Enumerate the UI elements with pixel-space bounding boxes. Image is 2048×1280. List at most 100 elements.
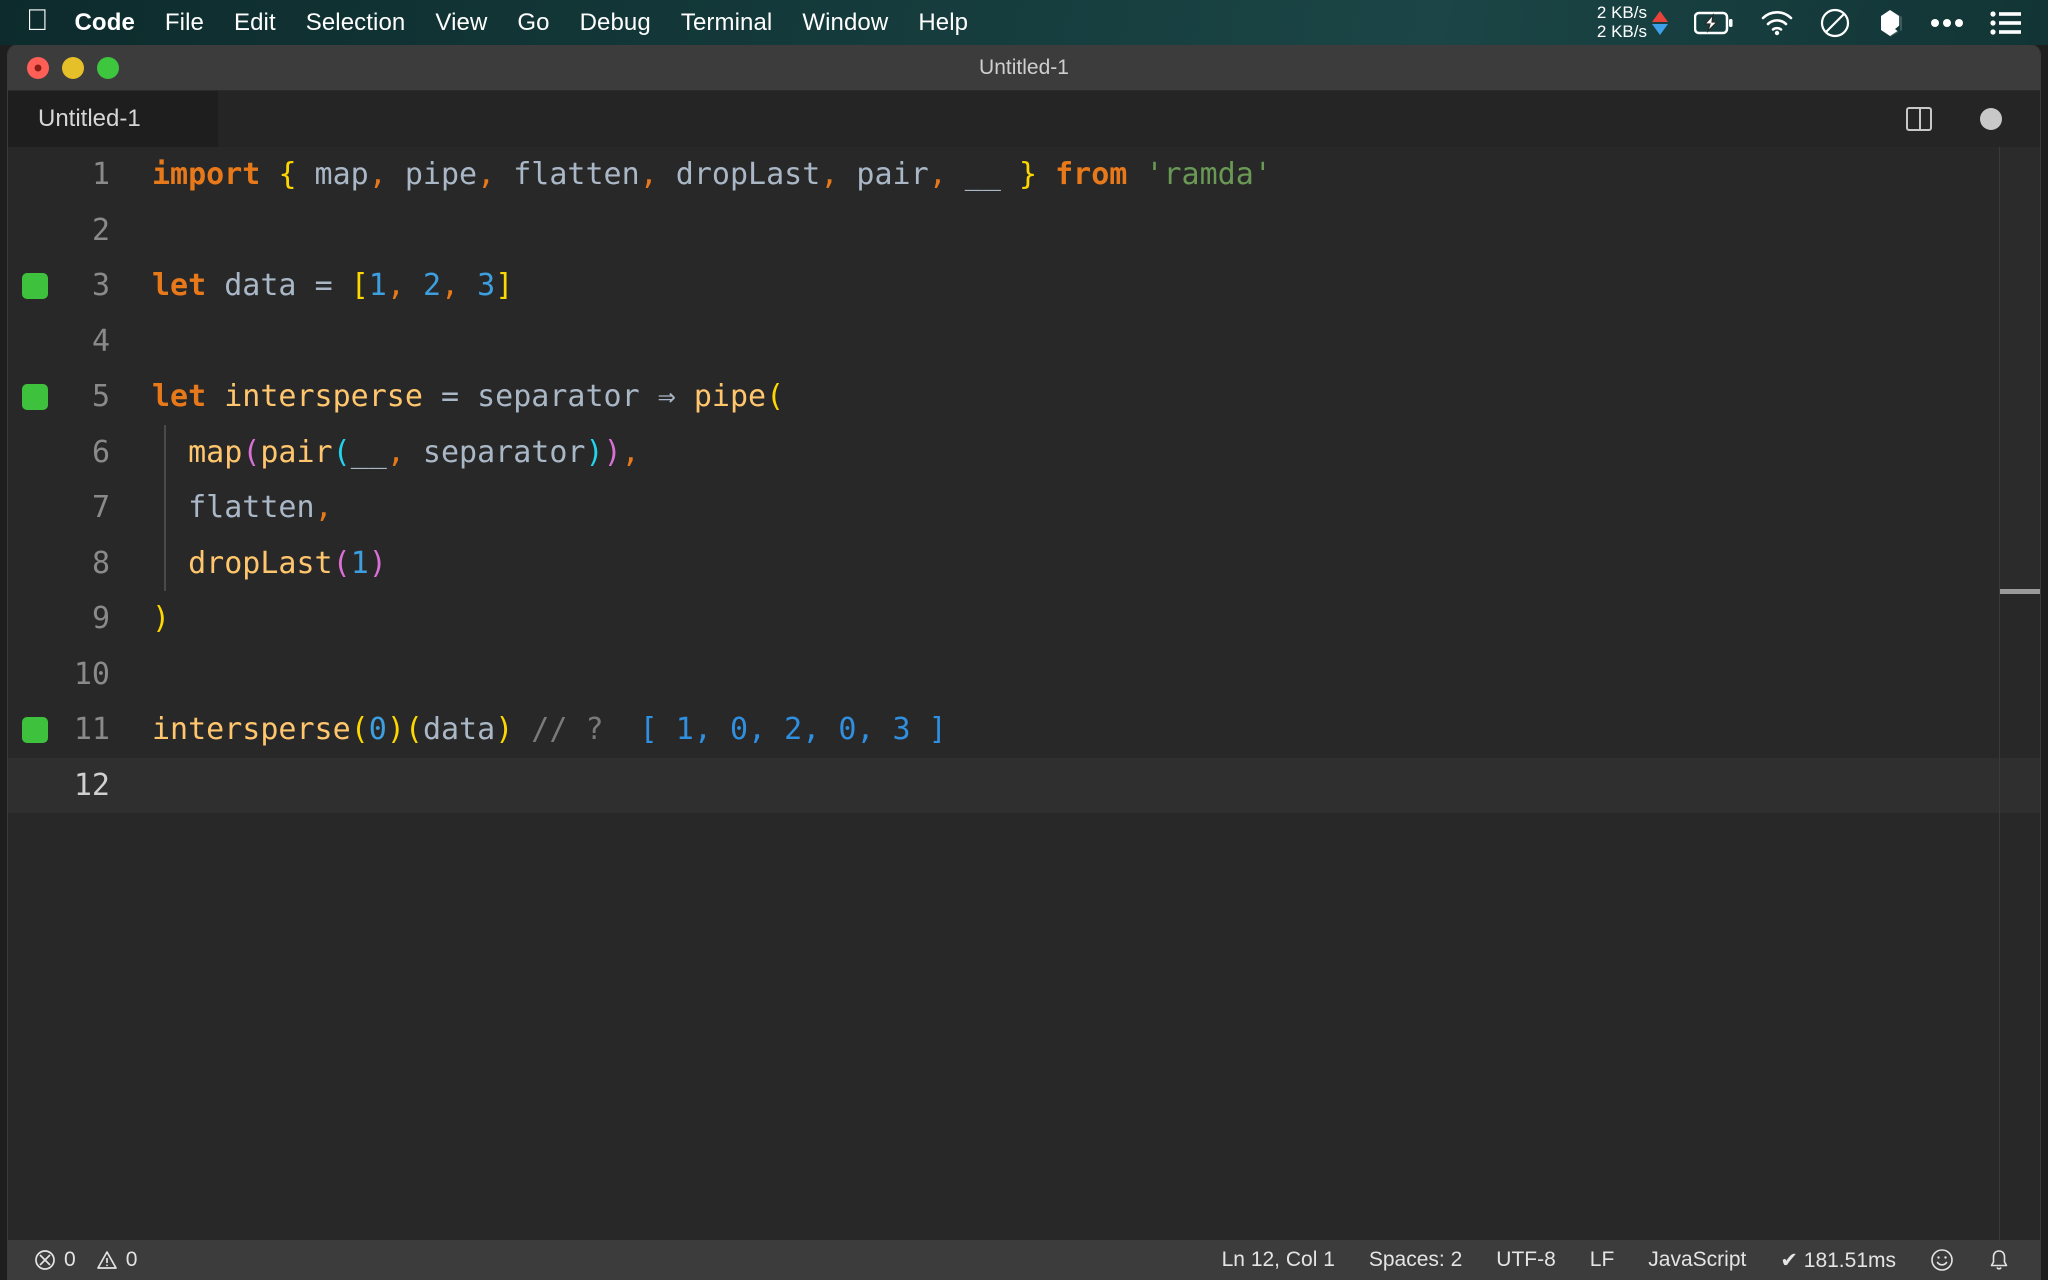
download-arrow-icon <box>1652 23 1668 35</box>
language-mode[interactable]: JavaScript <box>1648 1248 1746 1272</box>
code-line-8[interactable]: 8 dropLast(1) <box>8 535 2040 591</box>
code-token: 0 <box>368 712 387 748</box>
ellipsis-icon[interactable] <box>1930 17 1964 29</box>
code-token: intersperse <box>224 379 423 415</box>
code-line-1[interactable]: 1 import { map, pipe, flatten, dropLast, … <box>8 147 2040 203</box>
code-token: } <box>1019 157 1038 193</box>
warning-count: 0 <box>125 1248 138 1271</box>
code-line-12[interactable]: 12 <box>8 757 2040 813</box>
code-token: ] <box>495 268 514 304</box>
editor-scrollbar[interactable] <box>2000 147 2040 592</box>
menu-item-window[interactable]: Window <box>787 9 903 37</box>
quokka-run-time[interactable]: ✔ 181.51ms <box>1780 1248 1896 1273</box>
code-lines: 1 import { map, pipe, flatten, dropLast, … <box>8 147 2040 813</box>
network-arrows <box>1652 10 1668 35</box>
code-line-11[interactable]: 11 intersperse(0)(data) // ? [ 1, 0, 2, 0… <box>8 702 2040 758</box>
apple-logo-icon[interactable]:  <box>26 5 49 36</box>
menu-item-go[interactable]: Go <box>502 9 564 37</box>
scrollbar-thumb[interactable] <box>2000 589 2040 594</box>
split-editor-icon[interactable] <box>1906 107 1932 131</box>
code-token: , <box>386 434 405 470</box>
indentation-setting[interactable]: Spaces: 2 <box>1369 1248 1462 1272</box>
code-text: dropLast(1) <box>150 546 387 581</box>
tab-untitled-1[interactable]: Untitled-1 <box>8 91 218 147</box>
code-text: map(pair(__, separator)), <box>150 435 640 470</box>
minimize-button[interactable] <box>62 56 84 79</box>
code-token: [ <box>350 268 369 304</box>
smiley-icon[interactable] <box>1930 1248 1954 1272</box>
code-token: import <box>152 157 261 193</box>
line-number: 2 <box>91 212 110 248</box>
code-token: , <box>314 490 333 526</box>
code-token: 2 <box>422 268 441 304</box>
menu-item-terminal[interactable]: Terminal <box>666 9 788 37</box>
code-token: 3 <box>477 268 496 304</box>
status-bar: 0 0 Ln 12, Col 1 Spaces: 2 UTF-8 LF Java… <box>8 1240 2040 1280</box>
line-number: 12 <box>73 767 110 803</box>
end-of-line-setting[interactable]: LF <box>1590 1248 1615 1272</box>
code-token: ( <box>404 712 423 748</box>
dropbox-icon[interactable] <box>1876 8 1904 38</box>
problems-status[interactable]: 0 0 <box>34 1248 137 1272</box>
menu-item-selection[interactable]: Selection <box>291 9 421 37</box>
code-line-3[interactable]: 3 let data = [1, 2, 3] <box>8 258 2040 314</box>
code-token: intersperse <box>152 712 351 748</box>
menu-item-code[interactable]: Code <box>75 9 150 37</box>
maximize-button[interactable] <box>97 56 119 79</box>
cursor-position[interactable]: Ln 12, Col 1 <box>1222 1248 1335 1272</box>
status-bar-left: 0 0 <box>8 1248 137 1272</box>
code-line-7[interactable]: 7 flatten, <box>8 480 2040 536</box>
menu-item-edit[interactable]: Edit <box>219 9 291 37</box>
code-token: pair <box>838 157 929 193</box>
unsaved-indicator-icon[interactable] <box>1980 108 2002 130</box>
editor-actions <box>1906 91 2040 147</box>
code-token: __ <box>946 157 1019 193</box>
code-token: , <box>368 157 387 193</box>
traffic-lights <box>8 56 119 79</box>
indent-guide <box>164 424 166 480</box>
code-token: 1 <box>368 268 387 304</box>
quokka-executed-marker <box>22 383 48 410</box>
do-not-disturb-icon[interactable] <box>1820 8 1850 38</box>
code-token: map <box>188 434 243 470</box>
code-line-10[interactable]: 10 <box>8 647 2040 703</box>
error-count: 0 <box>64 1248 76 1271</box>
file-encoding[interactable]: UTF-8 <box>1496 1248 1556 1272</box>
line-number: 8 <box>91 545 110 581</box>
network-speed-indicator[interactable]: 2 KB/s 2 KB/s <box>1597 3 1668 41</box>
close-button[interactable] <box>27 56 49 79</box>
code-line-6[interactable]: 6 map(pair(__, separator)), <box>8 424 2040 480</box>
code-line-5[interactable]: 5 let intersperse = separator ⇒ pipe( <box>8 369 2040 425</box>
quokka-executed-marker <box>22 716 48 743</box>
code-line-2[interactable]: 2 <box>8 203 2040 259</box>
code-line-9[interactable]: 9) <box>8 591 2040 647</box>
menu-item-debug[interactable]: Debug <box>565 9 666 37</box>
menu-item-help[interactable]: Help <box>903 9 983 37</box>
code-token: ) <box>495 712 514 748</box>
code-token: dropLast <box>188 545 333 581</box>
code-editor[interactable]: 1 import { map, pipe, flatten, dropLast, … <box>8 147 2040 1240</box>
menu-item-file[interactable]: File <box>150 9 219 37</box>
code-token: ( <box>332 545 351 581</box>
code-token: data <box>206 268 315 304</box>
bell-icon[interactable] <box>1988 1248 2010 1272</box>
code-token: ( <box>332 434 351 470</box>
code-token: flatten <box>188 490 315 526</box>
code-token: , <box>639 157 658 193</box>
code-token: , <box>477 157 496 193</box>
control-center-list-icon[interactable] <box>1990 10 2022 36</box>
window-title-bar: Untitled-1 <box>8 45 2040 91</box>
code-token: pipe <box>693 379 767 415</box>
battery-charging-icon[interactable] <box>1694 11 1734 35</box>
menu-item-view[interactable]: View <box>420 9 502 37</box>
wifi-icon[interactable] <box>1760 10 1794 36</box>
code-line-4[interactable]: 4 <box>8 314 2040 370</box>
